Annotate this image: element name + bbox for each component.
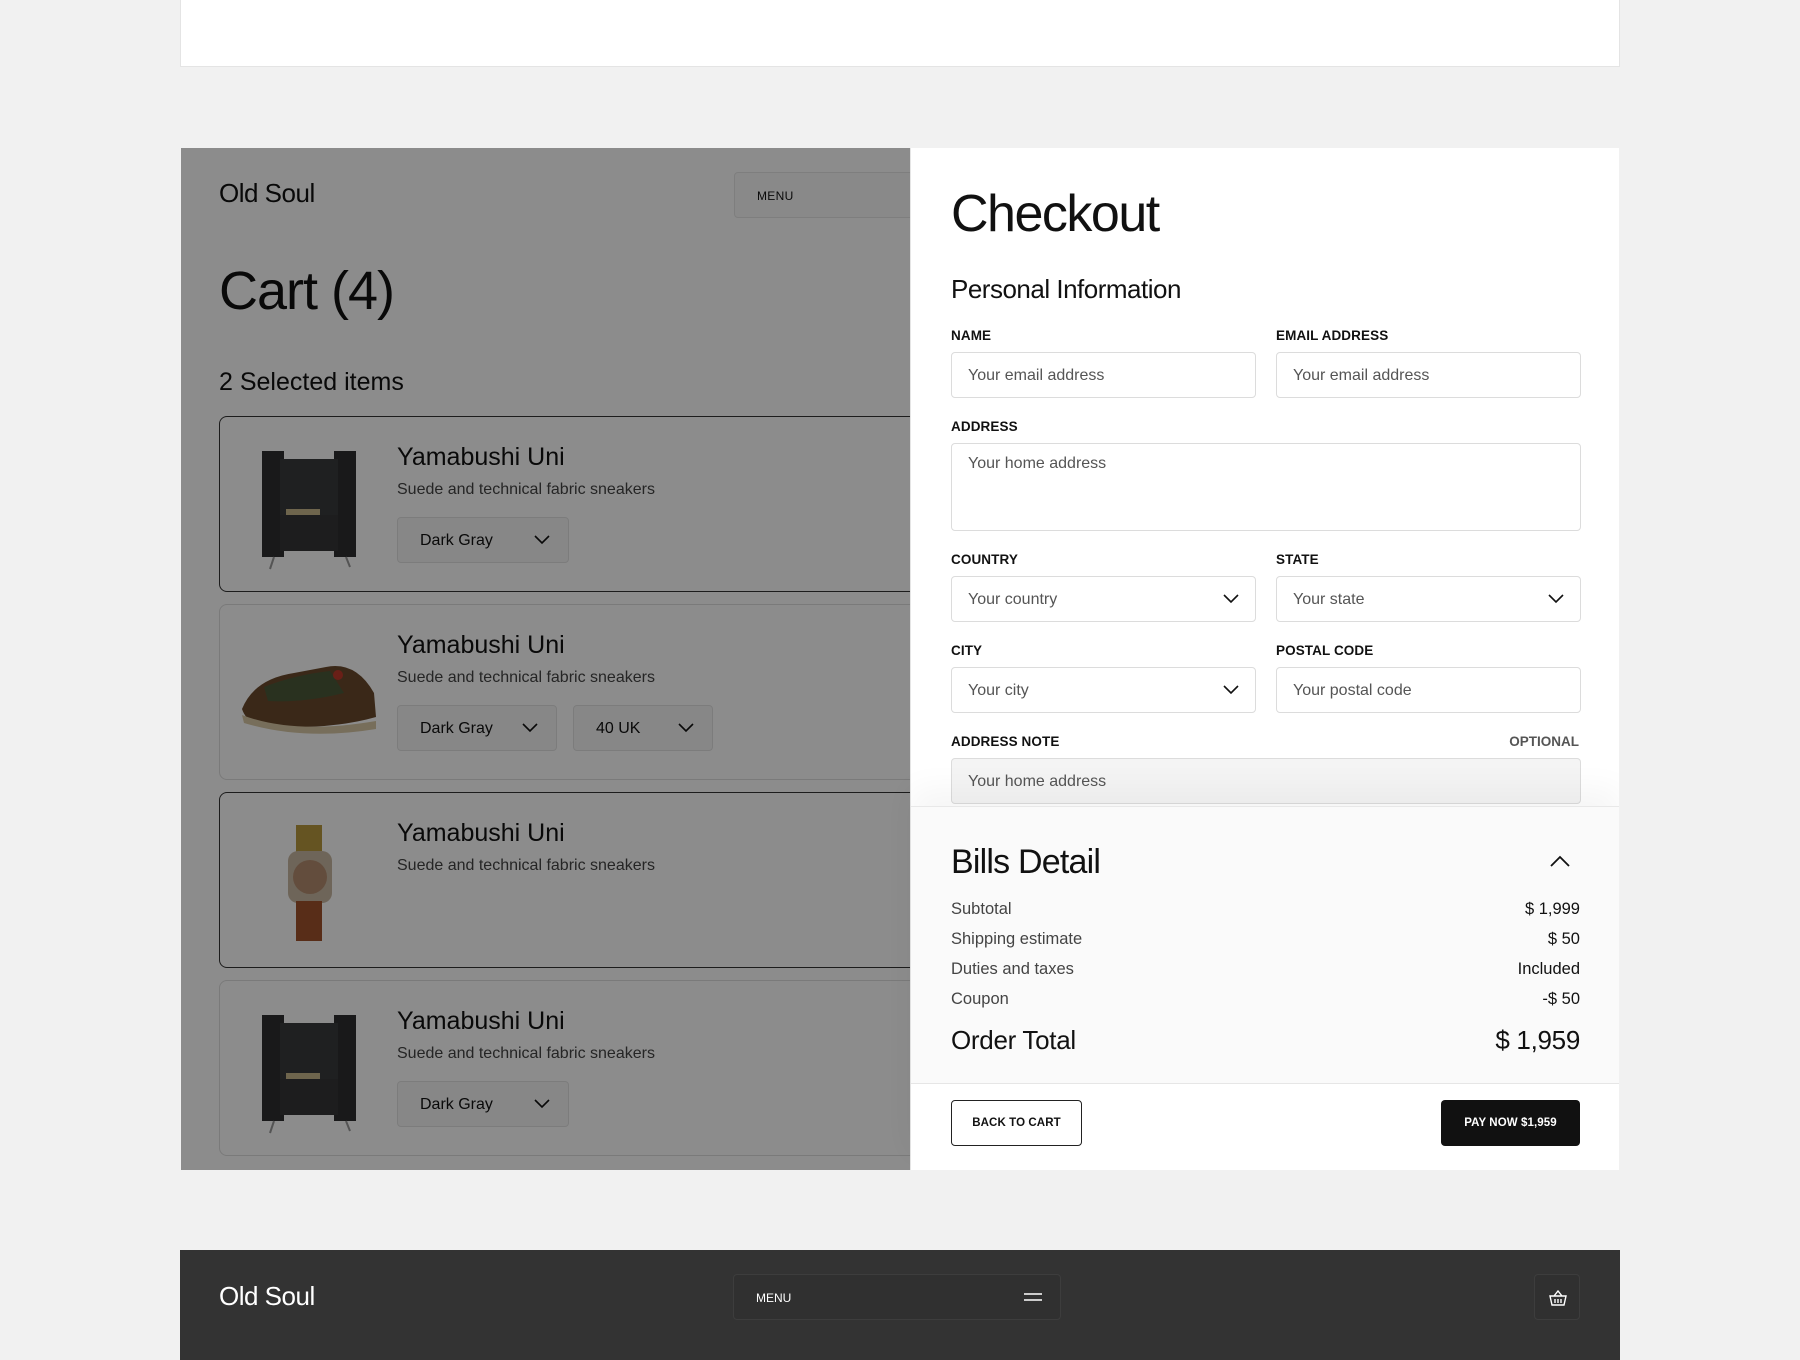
bill-row-subtotal: Subtotal $ 1,999 (951, 900, 1580, 919)
state-placeholder: Your state (1293, 591, 1365, 608)
postal-code-label: POSTAL CODE (1276, 643, 1374, 658)
modal-backdrop[interactable] (181, 148, 911, 1170)
chevron-down-icon (1223, 685, 1239, 695)
email-label: EMAIL ADDRESS (1276, 328, 1389, 343)
order-total-label: Order Total (951, 1025, 1076, 1055)
optional-tag: OPTIONAL (1509, 734, 1579, 749)
checkout-actions: BACK TO CART PAY NOW $1,959 (911, 1083, 1619, 1170)
bill-label: Coupon (951, 990, 1009, 1008)
address-note-label: ADDRESS NOTE (951, 734, 1060, 749)
state-label: STATE (1276, 552, 1319, 567)
pay-now-button[interactable]: PAY NOW $1,959 (1441, 1100, 1580, 1146)
state-select[interactable]: Your state (1276, 576, 1581, 622)
city-select[interactable]: Your city (951, 667, 1256, 713)
city-placeholder: Your city (968, 682, 1029, 699)
address-field[interactable]: Your home address (951, 443, 1581, 531)
bill-row-coupon: Coupon -$ 50 (951, 990, 1580, 1009)
bill-row-shipping: Shipping estimate $ 50 (951, 930, 1580, 949)
postal-code-placeholder: Your postal code (1293, 682, 1412, 699)
country-placeholder: Your country (968, 591, 1058, 608)
personal-info-heading: Personal Information (951, 274, 1181, 304)
bill-value: $ 1,999 (1524, 900, 1580, 918)
order-total-row: Order Total $ 1,959 (951, 1025, 1580, 1056)
checkout-drawer: Checkout Personal Information NAME Your … (910, 148, 1619, 1170)
hamburger-icon (1024, 1293, 1042, 1301)
dark-header: Old Soul MENU (180, 1250, 1620, 1360)
cart-button[interactable] (1534, 1274, 1580, 1320)
country-select[interactable]: Your country (951, 576, 1256, 622)
email-field[interactable]: Your email address (1276, 352, 1581, 398)
address-placeholder: Your home address (968, 455, 1107, 472)
postal-code-field[interactable]: Your postal code (1276, 667, 1581, 713)
bill-value: Included (1517, 960, 1580, 978)
brand-logo[interactable]: Old Soul (219, 1281, 315, 1312)
bill-label: Shipping estimate (951, 930, 1083, 948)
country-label: COUNTRY (951, 552, 1018, 567)
chevron-up-icon[interactable] (1550, 855, 1570, 867)
bill-value: $ 50 (1547, 930, 1580, 948)
city-label: CITY (951, 643, 983, 658)
name-field[interactable]: Your email address (951, 352, 1256, 398)
bill-label: Subtotal (951, 900, 1012, 918)
checkout-screen: Old Soul MENU Cart (4) 2 Selected items … (181, 148, 1619, 1170)
name-label: NAME (951, 328, 992, 343)
bill-row-duties: Duties and taxes Included (951, 960, 1580, 979)
order-total-value: $ 1,959 (1495, 1025, 1580, 1055)
bill-label: Duties and taxes (951, 960, 1074, 978)
previous-frame-card (180, 0, 1620, 67)
bills-detail-panel: Bills Detail Subtotal $ 1,999 Shipping e… (911, 806, 1619, 1170)
basket-icon (1549, 1289, 1567, 1306)
name-placeholder: Your email address (968, 367, 1105, 384)
bill-value: -$ 50 (1542, 990, 1580, 1008)
chevron-down-icon (1548, 594, 1564, 604)
email-placeholder: Your email address (1293, 367, 1430, 384)
chevron-down-icon (1223, 594, 1239, 604)
back-to-cart-button[interactable]: BACK TO CART (951, 1100, 1082, 1146)
address-label: ADDRESS (951, 419, 1018, 434)
checkout-title: Checkout (951, 185, 1160, 243)
menu-label: MENU (756, 1291, 792, 1305)
bills-title: Bills Detail (951, 843, 1101, 881)
address-note-field[interactable]: Your home address (951, 758, 1581, 804)
address-note-placeholder: Your home address (968, 773, 1107, 790)
menu-button[interactable]: MENU (733, 1274, 1061, 1320)
